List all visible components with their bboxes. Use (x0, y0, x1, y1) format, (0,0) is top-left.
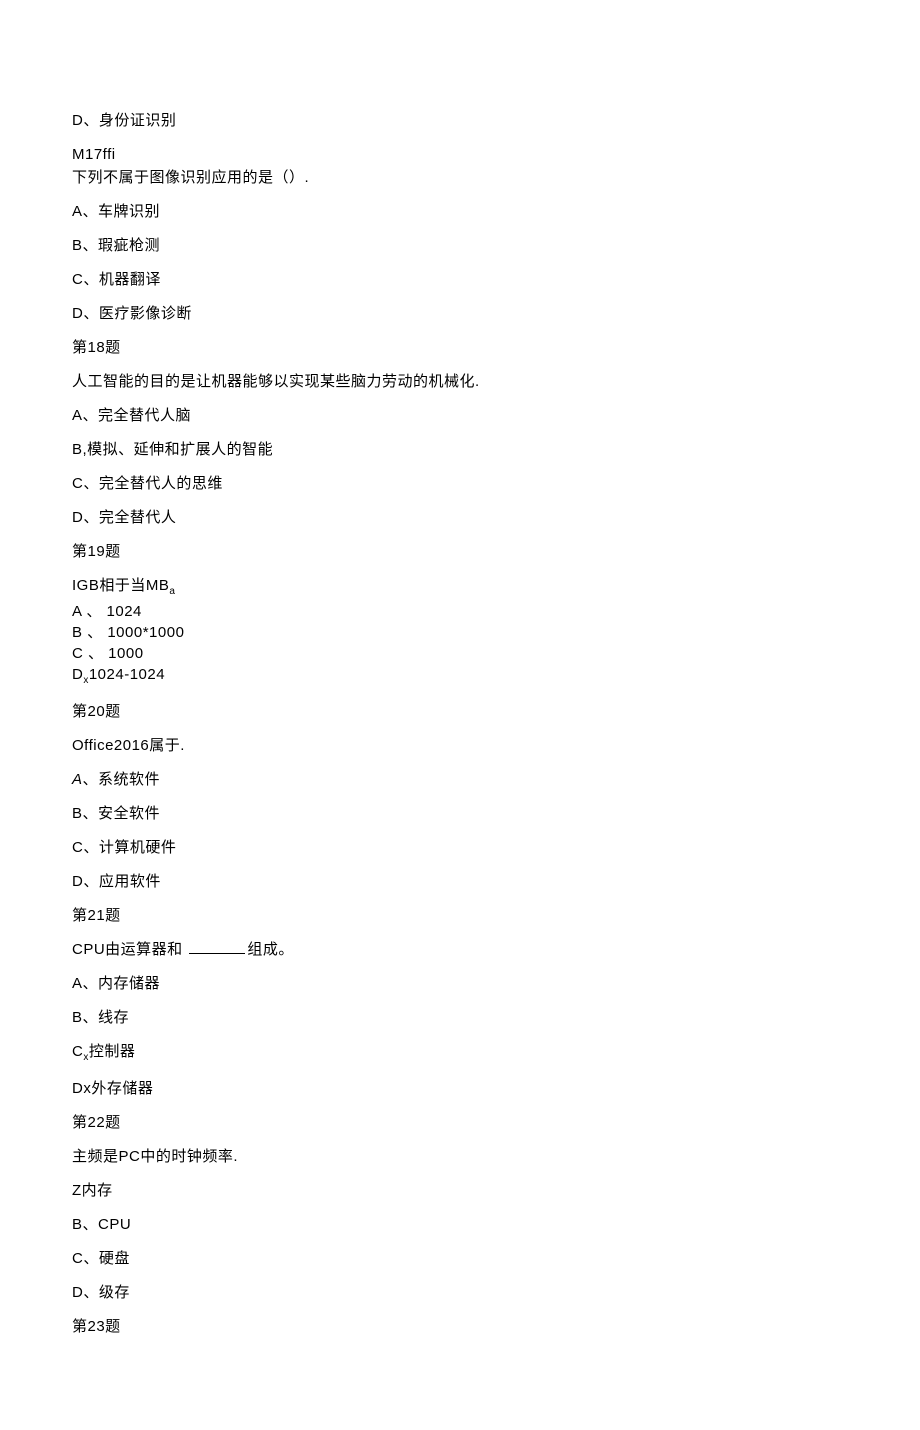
option: A、完全替代人脑 (72, 405, 848, 426)
text-line: D、身份证识别 (72, 110, 848, 131)
option: D、应用软件 (72, 871, 848, 892)
option: B,模拟、延伸和扩展人的智能 (72, 439, 848, 460)
option-tail: 控制器 (89, 1043, 136, 1060)
option: C、机器翻译 (72, 269, 848, 290)
question-stem: CPU由运算器和 组成。 (72, 939, 848, 960)
option: C、完全替代人的思维 (72, 473, 848, 494)
question-header: 第19题 (72, 541, 848, 562)
question-header: 第21题 (72, 905, 848, 926)
question-stem: 主频是PC中的时钟频率. (72, 1146, 848, 1167)
option: B 、 1000*1000 (72, 622, 848, 643)
option: B、瑕疵枪测 (72, 235, 848, 256)
question-stem: 下列不属于图像识别应用的是（）. (72, 167, 848, 188)
question-header: 第22题 (72, 1112, 848, 1133)
question-header: 第20题 (72, 701, 848, 722)
option: A 、 1024 (72, 601, 848, 622)
question-stem: 人工智能的目的是让机器能够以实现某些脑力劳动的机械化. (72, 371, 848, 392)
option-tail: 、系统软件 (83, 771, 161, 788)
option: C、硬盘 (72, 1248, 848, 1269)
option: D、级存 (72, 1282, 848, 1303)
option: B、线存 (72, 1007, 848, 1028)
option-letter: C (72, 1043, 83, 1060)
text-line: M17ffi (72, 144, 848, 165)
option: A、内存储器 (72, 973, 848, 994)
option-letter: D (72, 666, 83, 683)
stem-sub: a (169, 586, 175, 597)
blank-underline (189, 953, 245, 954)
option: B、安全软件 (72, 803, 848, 824)
option: B、CPU (72, 1214, 848, 1235)
question-stem: Office2016属于. (72, 735, 848, 756)
option: Dx外存储器 (72, 1078, 848, 1099)
option: Dx1024-1024 (72, 664, 848, 688)
option: C、计算机硬件 (72, 837, 848, 858)
option: D、医疗影像诊断 (72, 303, 848, 324)
option: Z内存 (72, 1180, 848, 1201)
option: Cx控制器 (72, 1041, 848, 1065)
option-letter: A (72, 771, 83, 788)
option: D、完全替代人 (72, 507, 848, 528)
option: A、车牌识别 (72, 201, 848, 222)
question-stem: IGB相于当MBa (72, 575, 848, 599)
stem-prefix: CPU由运算器和 (72, 941, 183, 958)
option-tail: 1024-1024 (89, 666, 165, 683)
stem-text: IGB相于当MB (72, 577, 169, 594)
option: A、系统软件 (72, 769, 848, 790)
stem-suffix: 组成。 (247, 941, 294, 958)
question-header: 第18题 (72, 337, 848, 358)
question-header: 第23题 (72, 1316, 848, 1337)
option: C 、 1000 (72, 643, 848, 664)
